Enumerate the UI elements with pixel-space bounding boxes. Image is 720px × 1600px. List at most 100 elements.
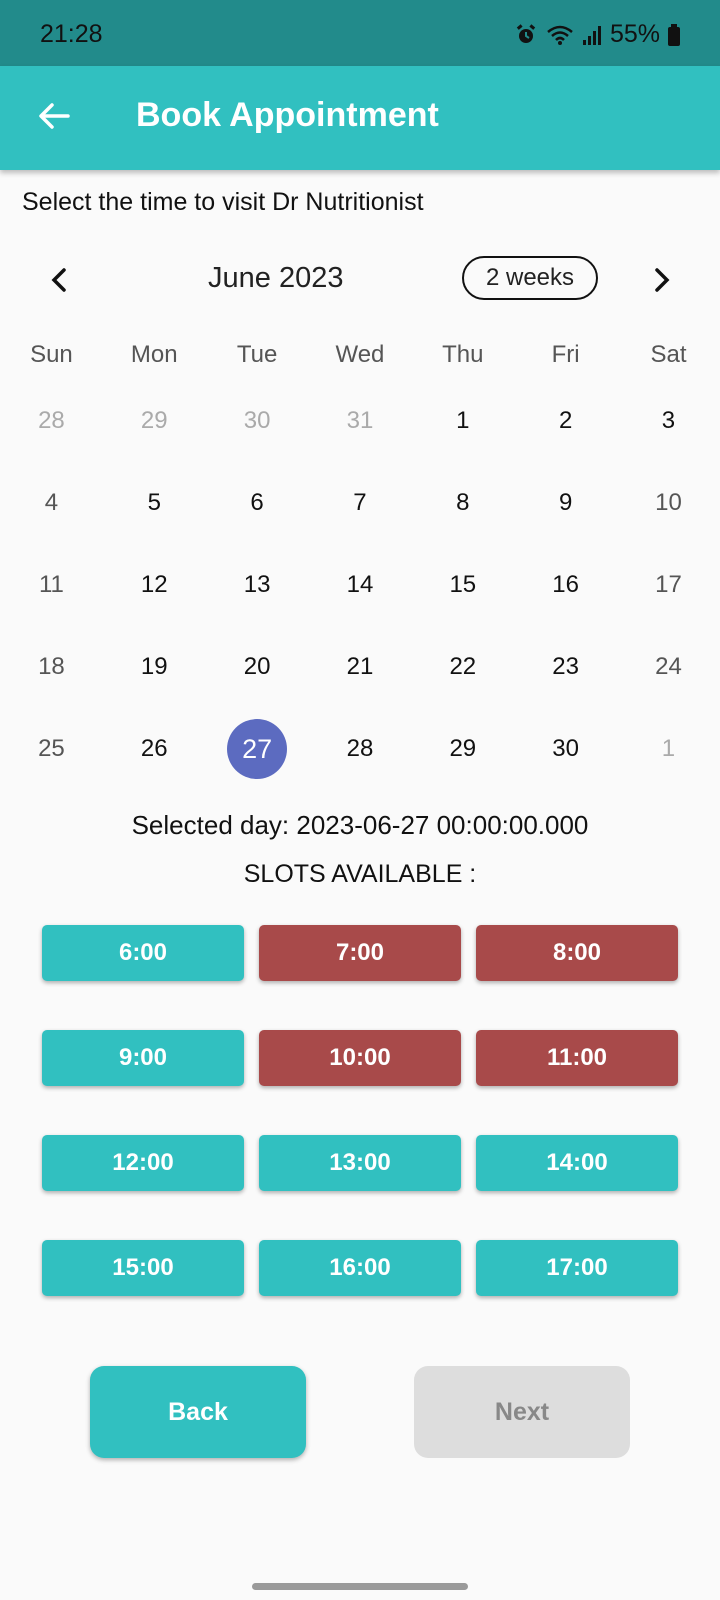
calendar-day[interactable]: 26 — [103, 708, 206, 790]
calendar-day-number: 2 — [558, 407, 573, 434]
calendar-day-number: 30 — [243, 407, 271, 434]
weekday-label: Tue — [236, 341, 278, 368]
calendar-day[interactable]: 25 — [0, 708, 103, 790]
calendar-day[interactable]: 28 — [0, 380, 103, 462]
calendar-day[interactable]: 11 — [0, 544, 103, 626]
calendar-day-number: 11 — [38, 571, 64, 598]
calendar-week-row: 4 5 6 7 8 9 10 — [0, 462, 720, 544]
calendar-day-number: 20 — [243, 653, 271, 680]
calendar-day[interactable]: 29 — [103, 380, 206, 462]
calendar-day-number: 5 — [147, 489, 161, 516]
calendar-day[interactable]: 1 — [411, 380, 514, 462]
selected-day-text: Selected day: 2023-06-27 00:00:00.000 — [131, 810, 589, 840]
time-slot-button[interactable]: 6:00 — [42, 925, 244, 981]
calendar-day[interactable]: 2 — [514, 380, 617, 462]
calendar-day-number: 14 — [346, 571, 374, 598]
calendar-day-number: 4 — [44, 489, 59, 516]
calendar-day-number: 18 — [38, 653, 65, 680]
calendar-day-number: 24 — [655, 653, 682, 680]
status-time: 21:28 — [40, 20, 103, 48]
calendar-day[interactable]: 30 — [514, 708, 617, 790]
wifi-icon — [546, 24, 574, 46]
weekday-label: Wed — [335, 341, 385, 368]
status-icons: 55% — [514, 20, 680, 49]
arrow-left-icon[interactable] — [36, 98, 72, 134]
calendar-day[interactable]: 28 — [309, 708, 412, 790]
calendar-week-row: 28 29 30 31 1 2 3 — [0, 380, 720, 462]
calendar-day-number: 10 — [655, 489, 682, 516]
calendar-day-selected[interactable]: 27 — [206, 708, 309, 790]
time-slot-button[interactable]: 16:00 — [259, 1240, 461, 1296]
calendar-day[interactable]: 6 — [206, 462, 309, 544]
time-slot-button[interactable]: 9:00 — [42, 1030, 244, 1086]
signal-icon — [582, 24, 602, 46]
calendar-day[interactable]: 3 — [617, 380, 720, 462]
time-slot-button[interactable]: 13:00 — [259, 1135, 461, 1191]
time-slot-button[interactable]: 14:00 — [476, 1135, 678, 1191]
calendar-day-number: 1 — [661, 735, 676, 762]
calendar-day-number: 12 — [140, 571, 168, 598]
calendar-day-number: 26 — [140, 735, 168, 762]
calendar-day[interactable]: 23 — [514, 626, 617, 708]
calendar-day[interactable]: 18 — [0, 626, 103, 708]
back-button[interactable]: Back — [90, 1366, 306, 1458]
calendar-day[interactable]: 8 — [411, 462, 514, 544]
weekday-label: Sun — [30, 341, 73, 368]
calendar-day[interactable]: 20 — [206, 626, 309, 708]
calendar-day-number: 3 — [661, 407, 676, 434]
time-slot-button[interactable]: 8:00 — [476, 925, 678, 981]
calendar-day-number: 23 — [552, 653, 579, 680]
calendar-day-number: 13 — [243, 571, 271, 598]
calendar-week-row: 25 26 27 28 29 30 1 — [0, 708, 720, 790]
calendar-day[interactable]: 29 — [411, 708, 514, 790]
calendar-day[interactable]: 15 — [411, 544, 514, 626]
calendar-day[interactable]: 17 — [617, 544, 720, 626]
calendar-day[interactable]: 14 — [309, 544, 412, 626]
calendar-day[interactable]: 7 — [309, 462, 412, 544]
time-slot-button[interactable]: 15:00 — [42, 1240, 244, 1296]
calendar-day[interactable]: 24 — [617, 626, 720, 708]
calendar-days: 28 29 30 31 1 2 3 4 5 6 7 8 9 10 11 12 13 14 15 16 17 18 19 20 2… — [0, 380, 720, 790]
calendar-day[interactable]: 5 — [103, 462, 206, 544]
calendar-day[interactable]: 4 — [0, 462, 103, 544]
calendar-format-button[interactable]: 2 weeks — [462, 256, 598, 300]
calendar-day-number: 1 — [456, 407, 470, 434]
status-bar: 21:28 55% — [0, 0, 720, 66]
calendar-day-number: 29 — [449, 735, 477, 762]
calendar-day-number: 27 — [227, 719, 288, 779]
calendar-day[interactable]: 19 — [103, 626, 206, 708]
month-label: June 2023 — [208, 262, 344, 294]
time-slot-button[interactable]: 10:00 — [259, 1030, 461, 1086]
home-indicator[interactable] — [252, 1583, 468, 1590]
calendar-day[interactable]: 21 — [309, 626, 412, 708]
weekday-label: Thu — [442, 341, 484, 368]
chevron-left-icon[interactable] — [42, 262, 78, 298]
calendar-day[interactable]: 16 — [514, 544, 617, 626]
calendar-day-number: 8 — [456, 489, 470, 516]
slots-grid: 6:00 7:00 8:00 9:00 10:00 11:00 12:00 13:00 14:0… — [42, 925, 678, 1296]
calendar-day-number: 19 — [140, 653, 168, 680]
calendar-day[interactable]: 12 — [103, 544, 206, 626]
time-slot-button[interactable]: 7:00 — [259, 925, 461, 981]
chevron-right-icon[interactable] — [643, 262, 679, 298]
alarm-icon — [514, 23, 538, 47]
battery-label: 55% — [609, 20, 660, 48]
time-slot-button[interactable]: 17:00 — [476, 1240, 678, 1296]
calendar-day[interactable]: 9 — [514, 462, 617, 544]
calendar-day-number: 16 — [552, 571, 579, 598]
calendar-day[interactable]: 31 — [309, 380, 412, 462]
battery-icon — [668, 23, 680, 46]
time-slot-button[interactable]: 12:00 — [42, 1135, 244, 1191]
calendar-day-number: 9 — [558, 489, 573, 516]
weekday-label: Fri — [551, 341, 580, 368]
calendar-day[interactable]: 13 — [206, 544, 309, 626]
calendar-day-number: 28 — [346, 735, 374, 762]
visit-prompt: Select the time to visit Dr Nutritionist — [22, 188, 424, 216]
calendar-day[interactable]: 10 — [617, 462, 720, 544]
calendar-day[interactable]: 22 — [411, 626, 514, 708]
calendar-day-number: 22 — [449, 653, 477, 680]
calendar-day-number: 25 — [38, 735, 65, 762]
calendar-day[interactable]: 1 — [617, 708, 720, 790]
time-slot-button[interactable]: 11:00 — [476, 1030, 678, 1086]
calendar-day[interactable]: 30 — [206, 380, 309, 462]
